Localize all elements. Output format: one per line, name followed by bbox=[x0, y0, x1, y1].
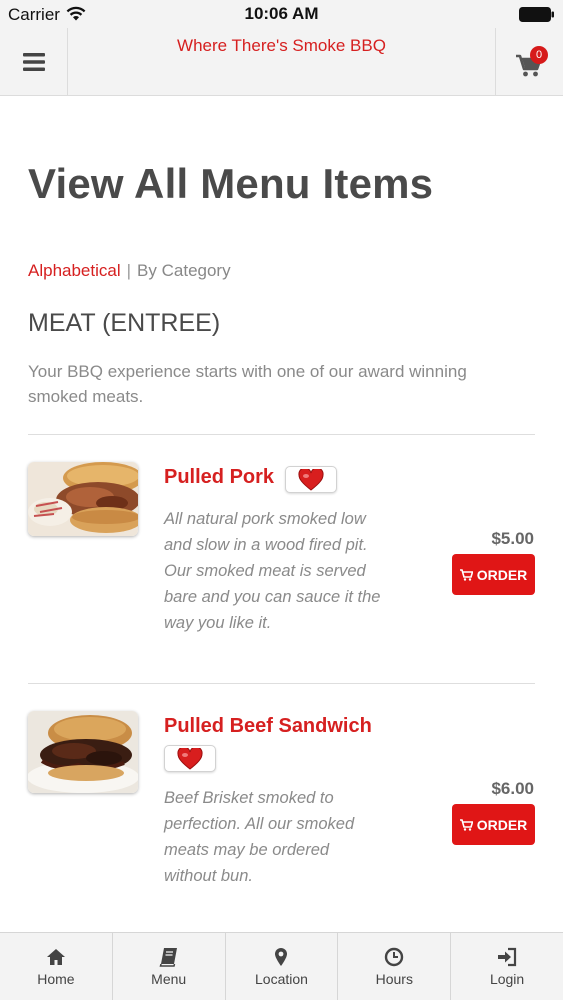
tab-home[interactable]: Home bbox=[0, 933, 113, 1000]
tab-location[interactable]: Location bbox=[226, 933, 339, 1000]
login-icon bbox=[498, 947, 517, 967]
map-pin-icon bbox=[275, 948, 288, 966]
app-header: Where There's Smoke BBQ 0 bbox=[0, 28, 563, 96]
battery-icon bbox=[519, 7, 554, 22]
sort-links: Alphabetical | By Category bbox=[28, 261, 231, 281]
home-icon bbox=[46, 949, 65, 965]
cart-button[interactable]: 0 bbox=[495, 28, 563, 96]
heart-icon bbox=[177, 747, 203, 770]
tab-label: Login bbox=[489, 971, 525, 987]
tab-label: Location bbox=[255, 971, 308, 987]
pulled-beef-sandwich-photo[interactable] bbox=[28, 711, 138, 793]
pulled-pork-image bbox=[28, 462, 138, 536]
sort-separator: | bbox=[126, 261, 132, 280]
tab-hours[interactable]: Hours bbox=[338, 933, 452, 1000]
heart-icon bbox=[298, 468, 324, 491]
section-description: Your BBQ experience starts with one of o… bbox=[28, 362, 467, 406]
item-name[interactable]: Pulled Pork bbox=[164, 466, 274, 489]
item-price: $5.00 bbox=[491, 529, 534, 548]
order-label: ORDER bbox=[476, 816, 528, 833]
item-name[interactable]: Pulled Beef Sandwich bbox=[164, 715, 372, 738]
order-label: ORDER bbox=[476, 566, 528, 583]
tab-menu[interactable]: Menu bbox=[113, 933, 226, 1000]
status-time: 10:06 AM bbox=[244, 4, 319, 23]
order-button[interactable]: ORDER bbox=[452, 804, 535, 845]
divider bbox=[28, 434, 535, 435]
tab-login[interactable]: Login bbox=[451, 933, 563, 1000]
item-price: $6.00 bbox=[491, 779, 534, 798]
tab-label: Menu bbox=[151, 971, 187, 987]
hamburger-icon bbox=[22, 53, 45, 71]
order-button[interactable]: ORDER bbox=[452, 554, 535, 595]
cart-icon bbox=[459, 818, 473, 831]
tab-label: Home bbox=[37, 971, 75, 987]
book-icon bbox=[159, 948, 177, 967]
item-description: All natural pork smoked low and slow in … bbox=[164, 510, 381, 632]
cart-count-badge: 0 bbox=[530, 46, 548, 64]
cart-icon bbox=[459, 568, 473, 581]
section-title: MEAT (ENTREE) bbox=[28, 309, 221, 337]
favorite-button[interactable] bbox=[164, 745, 216, 772]
page-title: View All Menu Items bbox=[28, 160, 434, 207]
tab-label: Hours bbox=[375, 971, 413, 987]
item-description: Beef Brisket smoked to perfection. All o… bbox=[164, 789, 355, 885]
divider bbox=[28, 683, 535, 684]
pulled-pork-photo[interactable] bbox=[28, 462, 138, 536]
tab-bar: Home Menu Location Hours Login bbox=[0, 932, 563, 1000]
clock-icon bbox=[385, 947, 404, 967]
app-title: Where There's Smoke BBQ bbox=[177, 36, 386, 55]
hamburger-menu-button[interactable] bbox=[0, 28, 68, 96]
favorite-button[interactable] bbox=[285, 466, 337, 493]
sort-by-category-link[interactable]: By Category bbox=[137, 261, 231, 280]
sort-alphabetical-link[interactable]: Alphabetical bbox=[28, 261, 121, 280]
pulled-beef-sandwich-image bbox=[28, 711, 138, 793]
status-bar: Carrier 10:06 AM bbox=[0, 0, 563, 28]
